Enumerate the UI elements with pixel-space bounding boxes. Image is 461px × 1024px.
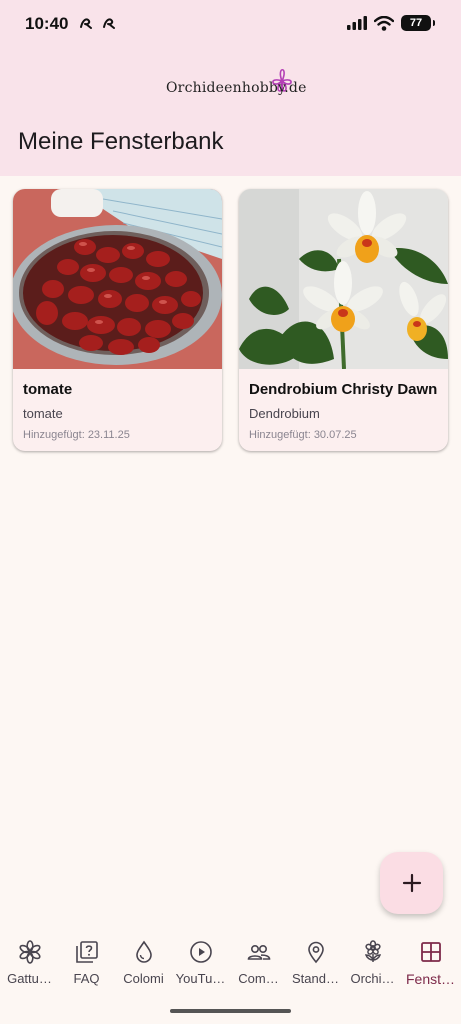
flower-star-icon [18,940,41,964]
plant-photo [239,189,448,369]
nav-label: Com… [238,971,279,986]
home-indicator[interactable] [170,1009,291,1013]
people-icon [247,945,270,960]
notification-icon [103,18,115,29]
battery-icon: 77 [401,15,435,31]
plant-genus: Dendrobium [249,406,320,421]
plant-card[interactable]: Dendrobium Christy Dawn Dendrobium Hinzu… [239,189,448,451]
nav-item-community[interactable]: Com… [230,940,287,996]
plant-genus: tomate [23,406,63,421]
plant-name: tomate [23,381,73,398]
nav-item-faq[interactable]: FAQ [58,940,115,996]
drop-icon [135,940,152,963]
nav-item-standort[interactable]: Stand… [287,940,344,996]
status-time: 10:40 [25,14,69,33]
notification-icon [80,18,92,29]
nav-item-orchideen[interactable]: Orchi… [344,940,401,996]
plant-name: Dendrobium Christy Dawn [249,381,438,398]
wifi-icon [374,15,394,31]
signal-icon [347,16,367,30]
nav-label: Colomi [123,971,164,986]
plant-added-date: Hinzugefügt: 23.11.25 [23,429,130,441]
nav-label: Fenst… [405,971,455,987]
logo-text: Orchideenhobby.de [166,80,307,96]
help-box-icon [75,941,98,963]
nav-item-fensterbank[interactable]: Fenst… [402,940,459,996]
battery-level: 77 [409,17,423,29]
nav-item-gattungen[interactable]: Gattu… [1,940,58,996]
status-icons: 77 [347,15,435,31]
nav-label: FAQ [73,971,100,986]
location-pin-icon [307,941,324,964]
nav-item-youtube[interactable]: YouTu… [172,940,229,996]
nav-label: Gattu… [7,971,52,986]
nav-label: Stand… [292,971,339,986]
logo: Orchideenhobby.de [160,64,307,104]
orchid-icon [364,940,381,962]
nav-label: YouTu… [175,971,226,986]
add-plant-button[interactable] [380,852,443,914]
app-header: 10:40 77 Orchideenhobby.de Meine Fenster… [0,0,461,176]
plant-card[interactable]: tomate tomate Hinzugefügt: 23.11.25 [13,189,222,451]
status-bar: 10:40 77 [0,0,461,50]
nav-label: Orchi… [350,971,395,986]
plant-added-date: Hinzugefügt: 30.07.25 [249,429,357,441]
nav-item-colomi[interactable]: Colomi [115,940,172,996]
window-grid-icon [420,942,441,962]
play-circle-icon [189,941,212,963]
plant-photo [13,189,222,369]
plus-icon [402,873,421,893]
page-title: Meine Fensterbank [18,128,224,155]
